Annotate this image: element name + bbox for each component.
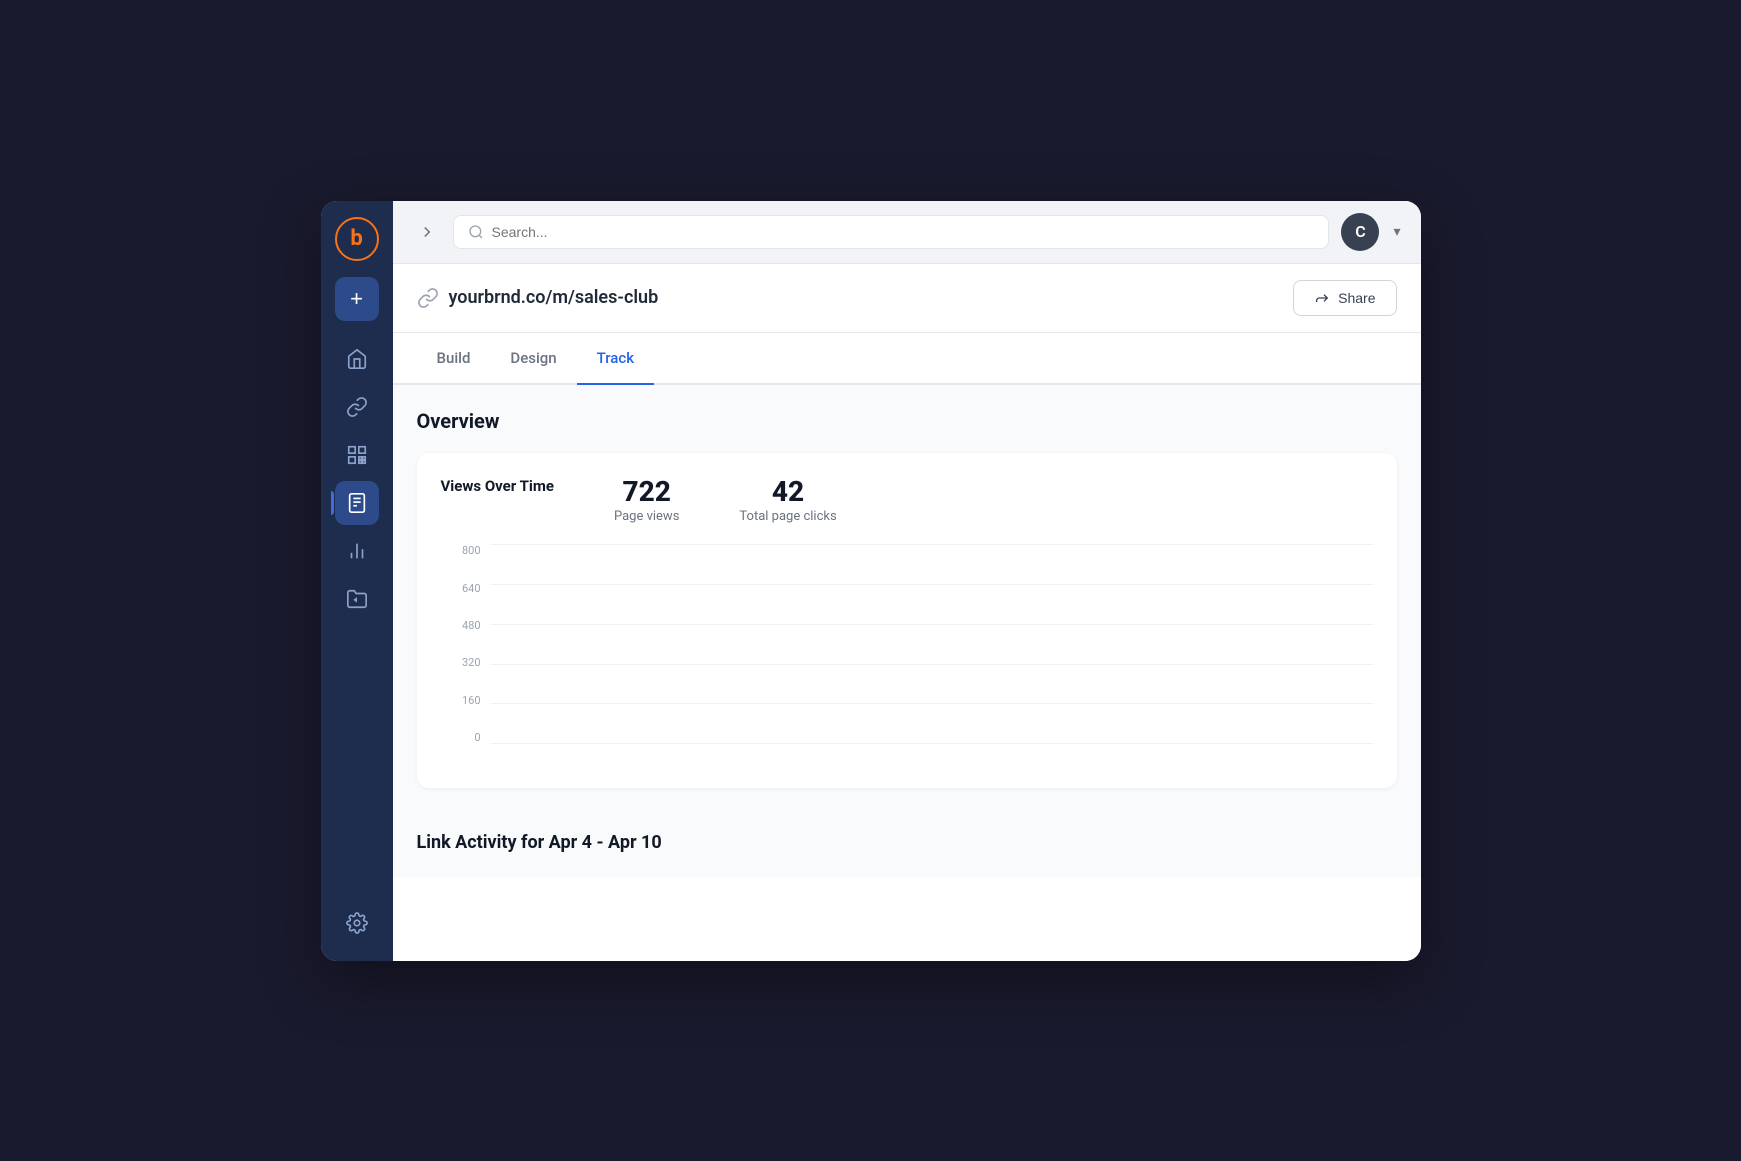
sidebar-bottom (335, 901, 379, 945)
grid-line-0 (491, 743, 1373, 744)
settings-icon (346, 912, 368, 934)
grid-line-800 (491, 544, 1373, 545)
sidebar-item-pages[interactable] (335, 481, 379, 525)
total-clicks-stat: 42 Total page clicks (739, 477, 836, 525)
app-window: b + (321, 201, 1421, 961)
bar-chart: 800 640 480 320 160 0 (441, 544, 1373, 764)
link-activity-section: Link Activity for Apr 4 - Apr 10 (393, 812, 1421, 877)
y-label-640: 640 (462, 582, 487, 595)
link-icon (346, 396, 368, 418)
chevron-right-icon (418, 223, 436, 241)
user-initial: C (1355, 222, 1365, 241)
y-label-0: 0 (474, 731, 486, 744)
sidebar-item-settings[interactable] (335, 901, 379, 945)
logo[interactable]: b (335, 217, 379, 261)
y-label-480: 480 (462, 619, 487, 632)
stats-header: Views Over Time 722 Page views 42 Total … (441, 477, 1373, 525)
main-area: C ▾ yourbrnd.co/m/sales-club Share Build (393, 201, 1421, 961)
tab-design[interactable]: Design (490, 333, 576, 385)
add-button[interactable]: + (335, 277, 379, 321)
search-icon (468, 224, 484, 240)
y-label-320: 320 (462, 656, 487, 669)
share-label: Share (1338, 290, 1375, 306)
folder-icon (346, 588, 368, 610)
sidebar-toggle[interactable] (413, 218, 441, 246)
avatar-dropdown-icon[interactable]: ▾ (1393, 224, 1400, 240)
grid-lines (491, 544, 1373, 744)
total-clicks-count: 42 (739, 477, 836, 508)
analytics-icon (346, 540, 368, 562)
grid-line-640 (491, 584, 1373, 585)
sidebar-item-qr[interactable] (335, 433, 379, 477)
page-views-label: Page views (614, 509, 679, 524)
y-axis: 800 640 480 320 160 0 (441, 544, 487, 744)
topbar: C ▾ (393, 201, 1421, 264)
tab-build[interactable]: Build (417, 333, 491, 385)
sidebar-item-analytics[interactable] (335, 529, 379, 573)
sidebar-item-folder[interactable] (335, 577, 379, 621)
share-icon (1314, 290, 1330, 306)
sidebar-item-home[interactable] (335, 337, 379, 381)
url-bar: yourbrnd.co/m/sales-club Share (393, 264, 1421, 333)
total-clicks-label: Total page clicks (739, 509, 836, 524)
page-views-count: 722 (614, 477, 679, 508)
grid-line-160 (491, 703, 1373, 704)
home-icon (346, 348, 368, 370)
pages-icon (346, 492, 368, 514)
content-area: yourbrnd.co/m/sales-club Share Build Des… (393, 264, 1421, 961)
logo-letter: b (350, 226, 362, 251)
search-bar[interactable] (453, 215, 1330, 249)
share-button[interactable]: Share (1293, 280, 1396, 316)
tabs-bar: Build Design Track (393, 333, 1421, 385)
stats-card: Views Over Time 722 Page views 42 Total … (417, 453, 1397, 789)
add-icon: + (350, 288, 363, 310)
sidebar-item-link[interactable] (335, 385, 379, 429)
page-views-stat: 722 Page views (614, 477, 679, 525)
sidebar-nav (321, 337, 393, 621)
sidebar: b + (321, 201, 393, 961)
chart-area (491, 544, 1373, 764)
overview-section: Overview Views Over Time 722 Page views … (393, 385, 1421, 813)
user-avatar[interactable]: C (1341, 213, 1379, 251)
qr-icon (346, 444, 368, 466)
overview-title: Overview (417, 409, 1397, 433)
y-label-800: 800 (462, 544, 487, 557)
y-label-160: 160 (462, 694, 487, 707)
grid-line-480 (491, 624, 1373, 625)
chart-title: Views Over Time (441, 477, 554, 495)
link-chain-icon (417, 287, 439, 309)
grid-line-320 (491, 664, 1373, 665)
search-input[interactable] (492, 224, 1315, 240)
link-activity-title: Link Activity for Apr 4 - Apr 10 (417, 812, 1397, 853)
page-url: yourbrnd.co/m/sales-club (449, 287, 659, 308)
tab-track[interactable]: Track (577, 333, 654, 385)
url-left: yourbrnd.co/m/sales-club (417, 287, 659, 309)
